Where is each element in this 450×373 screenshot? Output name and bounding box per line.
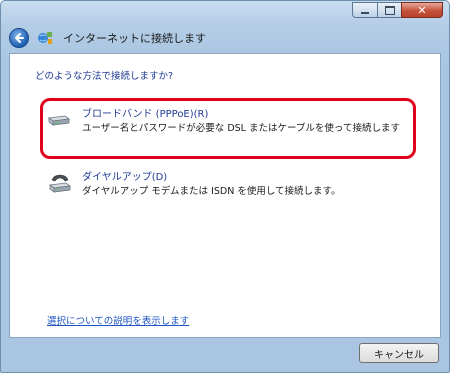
close-icon: ✕	[417, 3, 427, 17]
network-wizard-icon	[38, 32, 52, 44]
broadband-modem-icon	[47, 115, 71, 126]
option-broadband-description: ユーザー名とパスワードが必要な DSL またはケーブルを使って接続します	[82, 123, 400, 134]
question-text: どのような方法で接続しますか?	[35, 71, 174, 82]
cancel-button[interactable]: キャンセル	[359, 343, 439, 363]
dialog-window: ✕ インターネットに接続します どのような方法で接続しますか? ブロードバンド …	[0, 0, 450, 373]
minimize-icon	[361, 11, 369, 14]
option-dialup-description: ダイヤルアップ モデムまたは ISDN を使用して接続します。	[82, 186, 341, 197]
option-broadband[interactable]: ブロードバンド (PPPoE)(R) ユーザー名とパスワードが必要な DSL ま…	[46, 108, 400, 136]
option-dialup-title: ダイヤルアップ(D)	[82, 172, 168, 183]
back-button[interactable]	[9, 28, 29, 48]
dialup-modem-icon	[48, 174, 72, 193]
back-arrow-icon	[15, 33, 24, 43]
minimize-button[interactable]	[352, 2, 377, 18]
caption-buttons: ✕	[352, 2, 443, 18]
footer-bar: キャンセル	[9, 338, 441, 368]
content-panel: どのような方法で接続しますか? ブロードバンド (PPPoE)(R) ユーザー名…	[9, 53, 441, 338]
maximize-icon	[384, 5, 395, 15]
wizard-header: インターネットに接続します	[9, 23, 441, 53]
window-title: インターネットに接続します	[63, 32, 206, 45]
help-link[interactable]: 選択についての説明を表示します	[47, 313, 189, 327]
option-broadband-title: ブロードバンド (PPPoE)(R)	[82, 109, 209, 120]
option-dialup[interactable]: ダイヤルアップ(D) ダイヤルアップ モデムまたは ISDN を使用して接続しま…	[46, 171, 341, 199]
close-button[interactable]: ✕	[401, 2, 443, 18]
maximize-button[interactable]	[377, 2, 401, 18]
